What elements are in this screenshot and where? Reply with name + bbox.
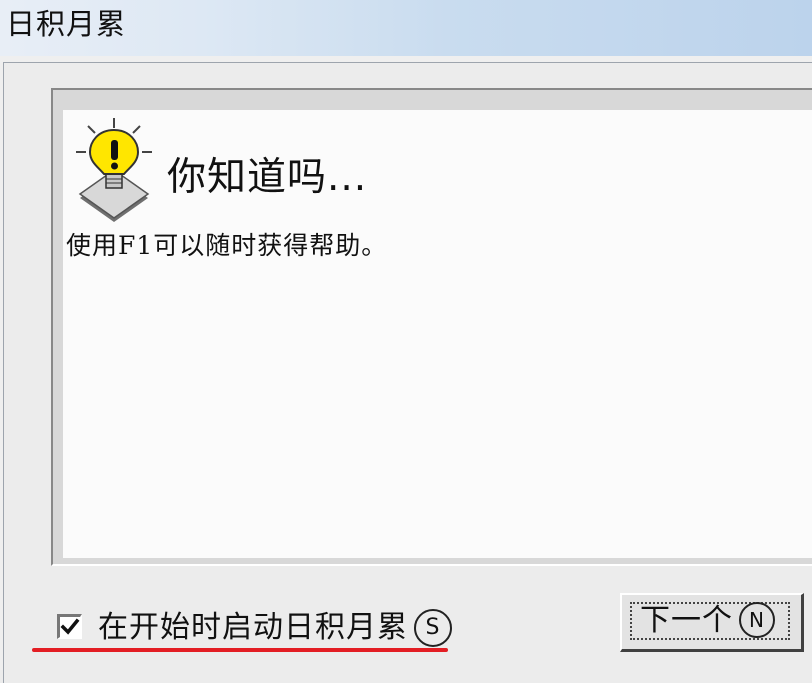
startup-checkbox-text: 在开始时启动日积月累: [98, 610, 408, 645]
checkmark-icon: [60, 618, 80, 635]
next-tip-button-label: 下一个 N: [640, 599, 775, 643]
lightbulb-icon: [76, 118, 152, 222]
next-tip-button[interactable]: 下一个 N: [620, 593, 804, 652]
startup-checkbox-row[interactable]: 在开始时启动日积月累 S: [54, 604, 474, 654]
startup-checkbox[interactable]: [57, 614, 82, 639]
next-tip-button-text: 下一个: [640, 603, 733, 638]
window-title: 日积月累: [6, 7, 127, 41]
title-bar: 日积月累: [0, 0, 812, 56]
accelerator-key-s: S: [414, 609, 452, 647]
startup-checkbox-label[interactable]: 在开始时启动日积月累 S: [98, 605, 452, 651]
tip-heading: 你知道吗...: [167, 155, 368, 200]
tip-of-the-day-dialog: 日积月累 你知道吗... 使用F1可以随时获得帮助。 在开始时启动日积月累 S …: [0, 0, 812, 683]
accelerator-key-n: N: [739, 602, 775, 638]
highlight-underline: [32, 648, 448, 652]
tip-text: 使用F1可以随时获得帮助。: [66, 231, 388, 260]
